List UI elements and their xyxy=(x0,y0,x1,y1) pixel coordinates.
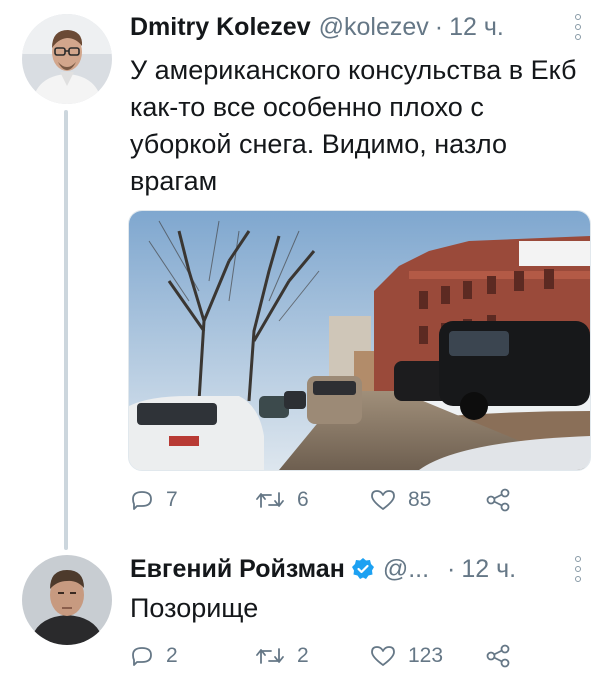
tweet-header: Dmitry Kolezev @kolezev · 12 ч. xyxy=(130,12,504,42)
reply-button[interactable]: 2 xyxy=(130,644,178,668)
timestamp[interactable]: 12 ч. xyxy=(449,12,504,42)
avatar-evgeny-roizman[interactable] xyxy=(22,555,112,645)
retweet-icon xyxy=(256,492,284,508)
reply-count: 2 xyxy=(166,644,178,667)
author-handle[interactable]: @... xyxy=(383,554,429,584)
tweet-actions: 7 6 85 xyxy=(130,488,570,518)
reply-button[interactable]: 7 xyxy=(130,488,178,512)
avatar-dmitry-kolezev[interactable] xyxy=(22,14,112,104)
separator-dot: · xyxy=(447,555,456,583)
reply-icon xyxy=(132,647,152,666)
verified-icon xyxy=(351,558,374,579)
tweet-actions: 2 2 123 xyxy=(130,644,570,674)
tweet-photo[interactable] xyxy=(128,210,591,471)
tweet-header: Евгений Ройзман @... · 12 ч. xyxy=(130,554,516,584)
reply-icon xyxy=(132,491,152,510)
like-button[interactable]: 85 xyxy=(370,488,431,512)
retweet-button[interactable]: 2 xyxy=(255,644,309,668)
tweet-1[interactable]: Dmitry Kolezev @kolezev · 12 ч. У америк… xyxy=(0,0,609,540)
separator-dot: · xyxy=(434,13,444,41)
share-button[interactable] xyxy=(485,488,511,512)
retweet-button[interactable]: 6 xyxy=(255,488,309,512)
retweet-icon xyxy=(256,648,284,664)
author-name[interactable]: Dmitry Kolezev xyxy=(130,12,311,42)
like-count: 123 xyxy=(408,644,444,667)
tweet-2[interactable]: Евгений Ройзман @... · 12 ч. Позорище 2 … xyxy=(0,540,609,679)
timestamp[interactable]: 12 ч. xyxy=(461,554,516,584)
reply-count: 7 xyxy=(166,488,178,511)
author-name[interactable]: Евгений Ройзман xyxy=(130,554,345,584)
more-icon[interactable] xyxy=(573,556,583,582)
like-button[interactable]: 123 xyxy=(370,644,443,668)
share-icon xyxy=(486,488,510,512)
more-icon[interactable] xyxy=(573,14,583,40)
like-icon xyxy=(371,646,395,666)
like-count: 85 xyxy=(408,488,432,511)
share-button[interactable] xyxy=(485,644,511,668)
retweet-count: 2 xyxy=(297,644,309,667)
share-icon xyxy=(486,644,510,668)
like-icon xyxy=(371,490,395,510)
author-handle[interactable]: @kolezev xyxy=(319,12,429,42)
tweet-text: У американского консульства в Екб как-то… xyxy=(130,55,577,196)
retweet-count: 6 xyxy=(297,488,309,511)
tweet-text: Позорище xyxy=(130,593,259,623)
